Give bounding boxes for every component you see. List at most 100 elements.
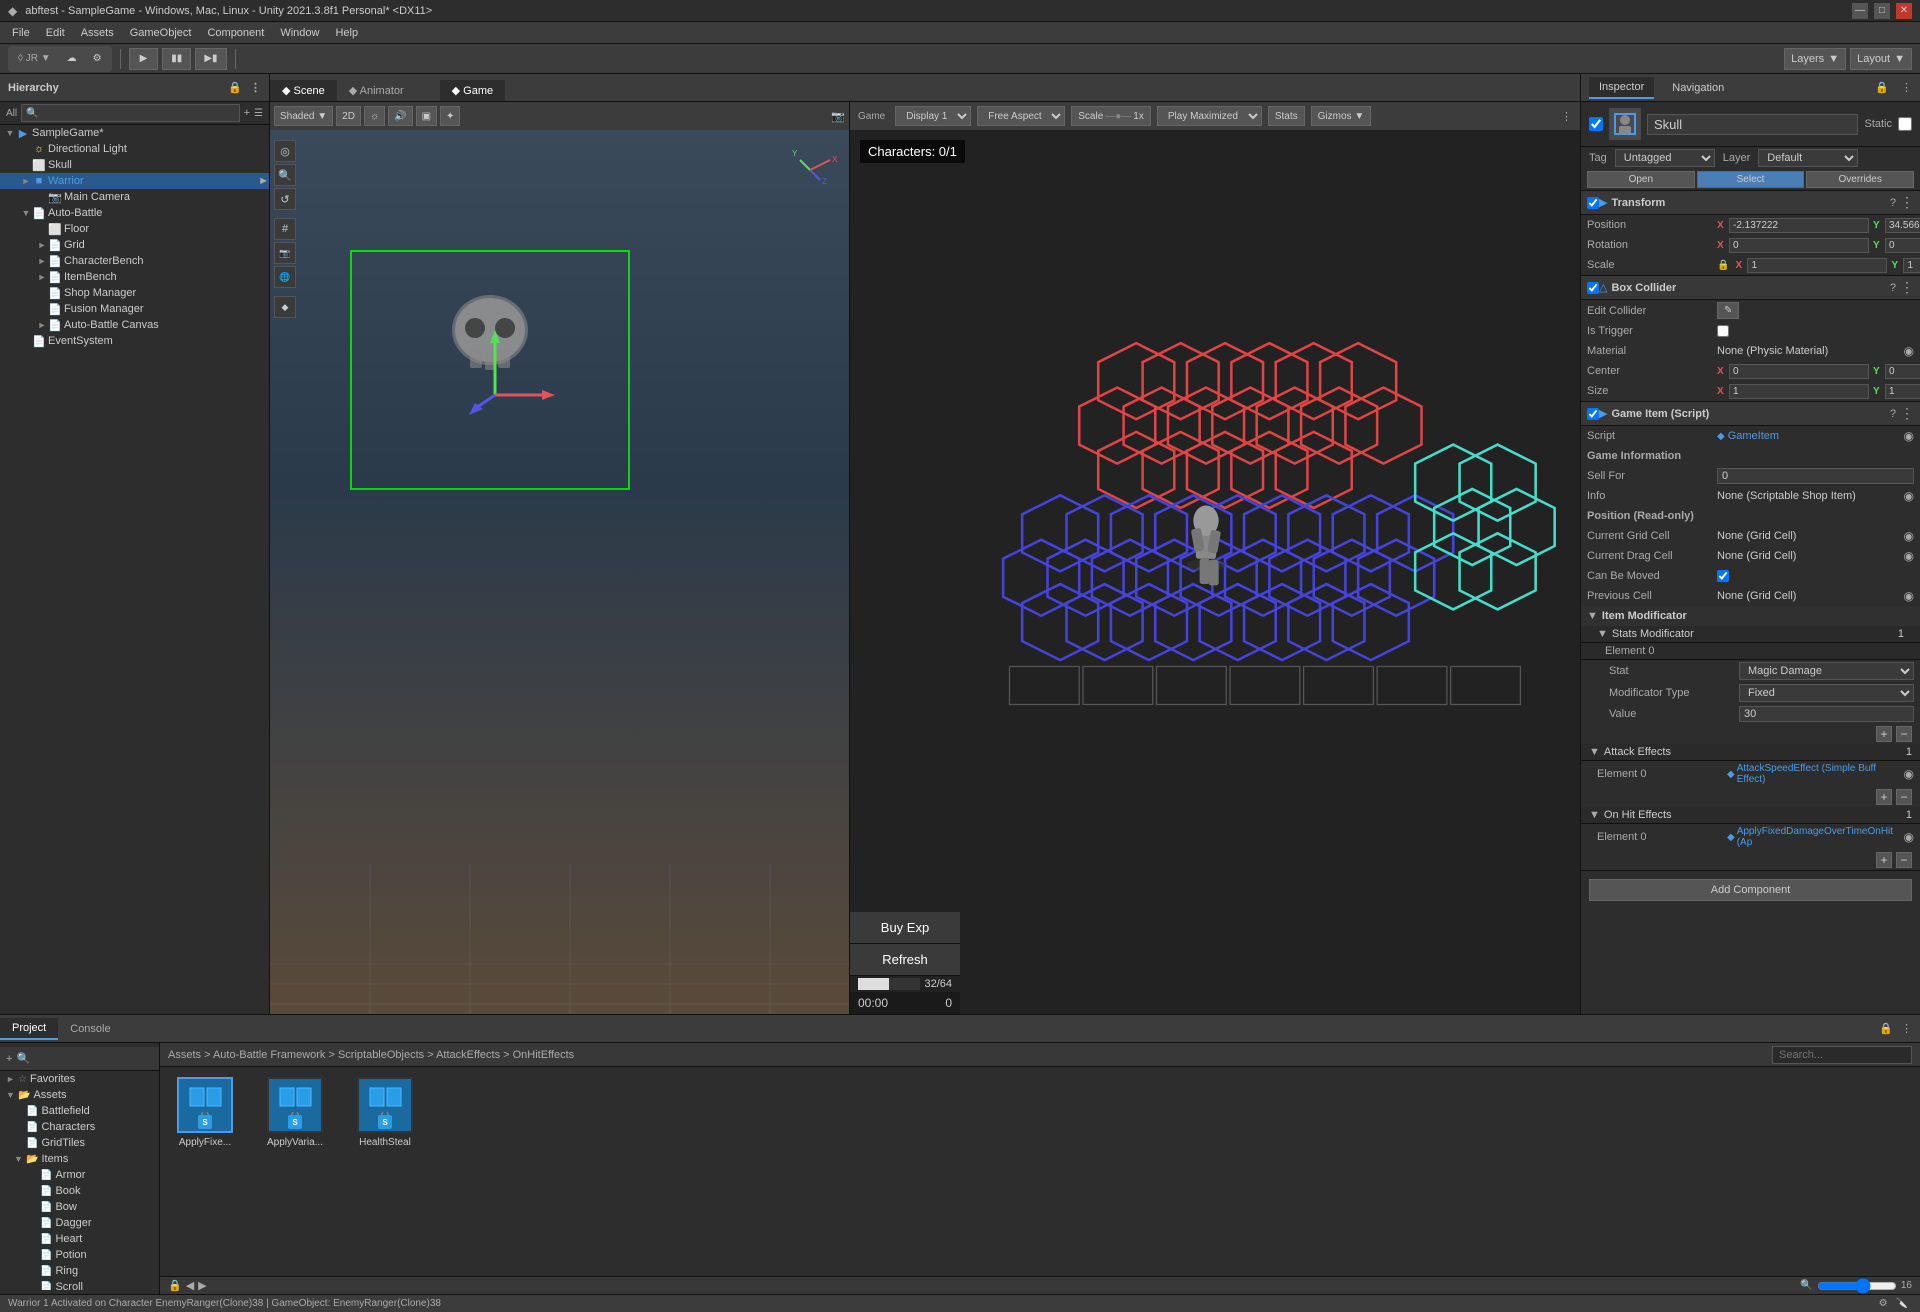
scene-gizmos-btn[interactable]: ▣ xyxy=(416,106,437,126)
select-btn[interactable]: Select xyxy=(1697,171,1805,188)
ptree-gridtiles[interactable]: 📄 GridTiles xyxy=(0,1135,159,1151)
tree-item-skull[interactable]: ⬜ Skull xyxy=(0,157,269,173)
display-select[interactable]: Display 1 xyxy=(895,106,971,126)
position-x-field[interactable] xyxy=(1729,218,1869,233)
atk-plus-btn[interactable]: + xyxy=(1876,789,1892,805)
drag-target[interactable]: ◉ xyxy=(1904,549,1914,563)
scale-x-field[interactable] xyxy=(1747,258,1887,273)
ptree-dagger[interactable]: 📄 Dagger xyxy=(0,1215,159,1231)
layer-select[interactable]: Default xyxy=(1758,149,1858,167)
is-trigger-checkbox[interactable] xyxy=(1717,325,1729,337)
collider-dots[interactable]: ⋮ xyxy=(1900,279,1914,296)
script-target[interactable]: ◉ xyxy=(1904,429,1914,443)
ptree-items[interactable]: ▼ 📂 Items xyxy=(0,1151,159,1167)
add-asset-btn[interactable]: + xyxy=(6,1053,12,1065)
step-button[interactable]: ▶▮ xyxy=(195,48,226,70)
ptree-heart[interactable]: 📄 Heart xyxy=(0,1231,159,1247)
sell-for-field[interactable] xyxy=(1717,468,1914,484)
hierarchy-all-btn[interactable]: All xyxy=(6,108,17,119)
hierarchy-dots-icon[interactable]: ⋮ xyxy=(250,81,261,94)
menu-window[interactable]: Window xyxy=(272,25,327,41)
buy-exp-button[interactable]: Buy Exp xyxy=(850,912,960,944)
scene-2d-btn[interactable]: 2D xyxy=(336,106,361,126)
ptree-battlefield[interactable]: 📄 Battlefield xyxy=(0,1103,159,1119)
status-sys-icon[interactable]: 🔪 xyxy=(1896,1298,1908,1309)
object-name-field[interactable] xyxy=(1647,114,1858,135)
tab-animator[interactable]: ◆ Animator xyxy=(337,80,416,101)
pause-button[interactable]: ▮▮ xyxy=(162,48,191,70)
atk-target[interactable]: ◉ xyxy=(1904,767,1914,781)
ptree-book[interactable]: 📄 Book xyxy=(0,1183,159,1199)
scene-pan-btn[interactable]: ◎ xyxy=(274,140,296,162)
play-maximized-select[interactable]: Play Maximized xyxy=(1157,106,1262,126)
hit-plus-btn[interactable]: + xyxy=(1876,852,1892,868)
tree-item-autobattle[interactable]: ▼ 📄 Auto-Battle xyxy=(0,205,269,221)
game-item-dots[interactable]: ⋮ xyxy=(1900,405,1914,422)
maximize-button[interactable]: □ xyxy=(1874,3,1890,19)
cloud-button[interactable]: ☁ xyxy=(61,48,83,70)
ptree-bow[interactable]: 📄 Bow xyxy=(0,1199,159,1215)
bottom-dots-icon[interactable]: ⋮ xyxy=(1901,1022,1912,1035)
tree-item-shopmanager[interactable]: 📄 Shop Manager xyxy=(0,285,269,301)
ptree-characters[interactable]: 📄 Characters xyxy=(0,1119,159,1135)
stats-button[interactable]: Stats xyxy=(1268,106,1305,126)
asset-zoom-slider[interactable] xyxy=(1817,1280,1897,1292)
tab-console[interactable]: Console xyxy=(58,1019,122,1039)
play-button[interactable]: ▶ xyxy=(129,48,159,70)
game-item-header[interactable]: ▶ Game Item (Script) ? ⋮ xyxy=(1581,401,1920,426)
model-open-btn[interactable]: Open xyxy=(1587,171,1695,188)
inspector-dots-icon[interactable]: ⋮ xyxy=(1901,81,1912,94)
tree-item-maincamera[interactable]: 📷 Main Camera xyxy=(0,189,269,205)
scale-lock-icon[interactable]: 🔒 xyxy=(1717,260,1729,271)
ptree-armor[interactable]: 📄 Armor xyxy=(0,1167,159,1183)
tree-item-fusion[interactable]: 📄 Fusion Manager xyxy=(0,301,269,317)
tab-game[interactable]: ◆ Game xyxy=(440,80,505,101)
ptree-ring[interactable]: 📄 Ring xyxy=(0,1263,159,1279)
hit-minus-btn[interactable]: − xyxy=(1896,852,1912,868)
scene-grid-toggle[interactable]: # xyxy=(274,218,296,240)
tree-item-itembench[interactable]: ► 📄 ItemBench xyxy=(0,269,269,285)
bottom-nav-fwd[interactable]: ▶ xyxy=(198,1279,206,1292)
scale-control[interactable]: Scale —●— 1x xyxy=(1071,106,1151,126)
scene-audio-btn[interactable]: 🔊 xyxy=(388,106,412,126)
menu-file[interactable]: File xyxy=(4,25,38,41)
inspector-tab-inspector[interactable]: Inspector xyxy=(1589,77,1654,99)
hit-element0-value[interactable]: ApplyFixedDamageOverTimeOnHit (Ap xyxy=(1737,826,1902,848)
warrior-expand-icon[interactable]: ► xyxy=(258,175,269,187)
game-item-help-icon[interactable]: ? xyxy=(1890,408,1896,420)
tag-select[interactable]: Untagged xyxy=(1615,149,1715,167)
transform-dots[interactable]: ⋮ xyxy=(1900,194,1914,211)
tree-item-eventsystem[interactable]: 📄 EventSystem xyxy=(0,333,269,349)
menu-edit[interactable]: Edit xyxy=(38,25,73,41)
game-canvas[interactable]: Characters: 0/1 xyxy=(850,130,1580,1014)
material-target-icon[interactable]: ◉ xyxy=(1904,344,1914,358)
atk-minus-btn[interactable]: − xyxy=(1896,789,1912,805)
transform-header[interactable]: ▶ Transform ? ⋮ xyxy=(1581,191,1920,215)
stats-plus-btn[interactable]: + xyxy=(1876,726,1892,742)
tab-project[interactable]: Project xyxy=(0,1018,58,1040)
bottom-nav-back[interactable]: ◀ xyxy=(186,1279,194,1292)
add-component-button[interactable]: Add Component xyxy=(1589,879,1912,901)
mod-type-select[interactable]: Fixed xyxy=(1739,684,1914,702)
can-be-moved-checkbox[interactable] xyxy=(1717,570,1729,582)
value-field[interactable] xyxy=(1739,706,1914,722)
close-button[interactable]: ✕ xyxy=(1896,3,1912,19)
menu-component[interactable]: Component xyxy=(199,25,272,41)
scene-camera-btn2[interactable]: 📷 xyxy=(274,242,296,264)
tree-item-grid[interactable]: ► 📄 Grid xyxy=(0,237,269,253)
box-collider-header[interactable]: △ Box Collider ? ⋮ xyxy=(1581,275,1920,300)
menu-help[interactable]: Help xyxy=(327,25,366,41)
settings-button[interactable]: ⚙ xyxy=(87,48,108,70)
rotation-y-field[interactable] xyxy=(1885,238,1920,253)
tree-item-warrior[interactable]: ► ■ Warrior ► xyxy=(0,173,269,189)
hierarchy-list-icon[interactable]: ☰ xyxy=(254,108,263,119)
tree-item-samplegame[interactable]: ▼ ▶ SampleGame* xyxy=(0,125,269,141)
menu-gameobject[interactable]: GameObject xyxy=(122,25,200,41)
atk-element0-value[interactable]: AttackSpeedEffect (Simple Buff Effect) xyxy=(1737,763,1902,785)
scene-canvas[interactable]: X Y Z xyxy=(270,130,850,1014)
ptree-scroll[interactable]: 📄 Scroll xyxy=(0,1279,159,1290)
account-button[interactable]: ◊ JR ▼ xyxy=(12,48,57,70)
stats-minus-btn[interactable]: − xyxy=(1896,726,1912,742)
tree-item-floor[interactable]: ⬜ Floor xyxy=(0,221,269,237)
position-y-field[interactable] xyxy=(1885,218,1920,233)
